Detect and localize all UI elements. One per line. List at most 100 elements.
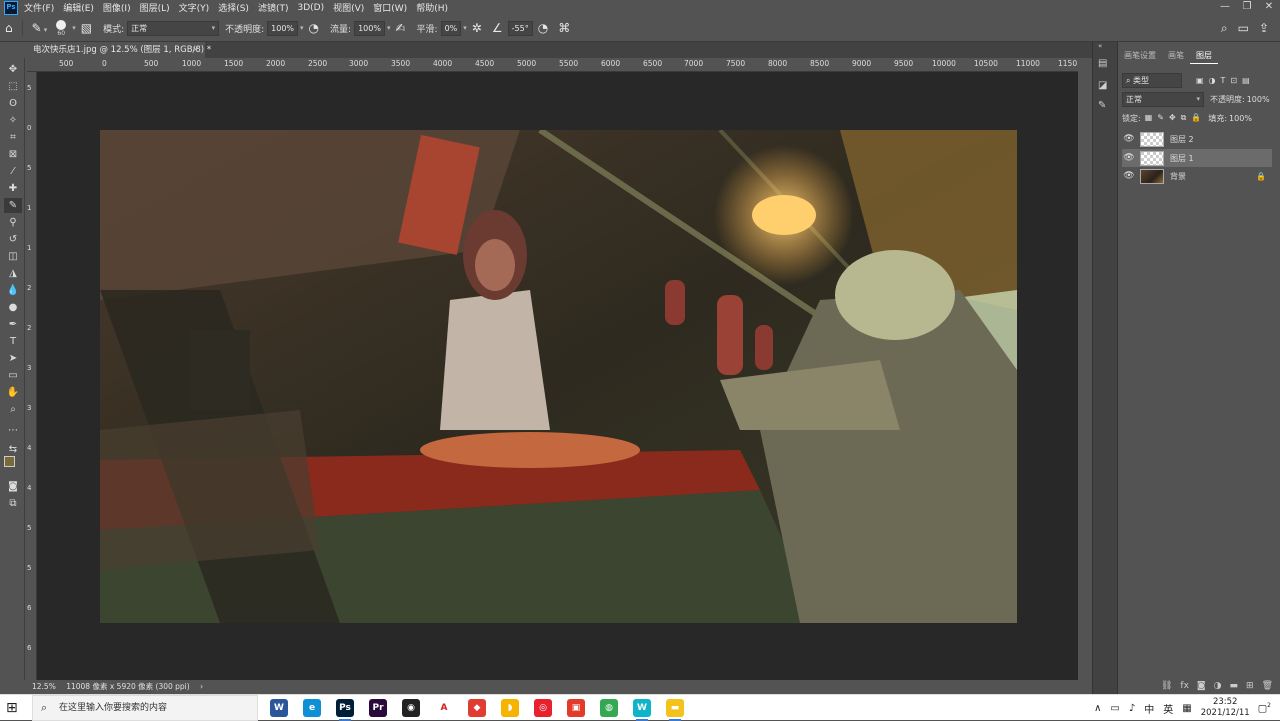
status-menu-arrow[interactable]: › <box>200 682 203 691</box>
obs-icon[interactable]: ◉ <box>402 699 420 717</box>
healing-brush-tool-icon[interactable]: ✚ <box>4 181 22 196</box>
lock-icons[interactable]: ▦✎✥⧉🔒 <box>1145 113 1207 123</box>
share-icon[interactable]: ⇪ <box>1259 21 1269 36</box>
document-tab[interactable]: 电次快乐店1.jpg @ 12.5% (图层 1, RGB/8) * × <box>25 42 211 58</box>
zoom-tool-icon[interactable]: ⌕ <box>4 402 22 417</box>
eye-icon[interactable]: 👁 <box>1122 171 1136 181</box>
add-mask-icon[interactable]: ◙ <box>1197 681 1206 691</box>
vertical-scrollbar[interactable] <box>1078 58 1092 680</box>
word-icon[interactable]: W <box>270 699 288 717</box>
angle-field[interactable]: -55° <box>507 20 533 36</box>
chrome-icon[interactable]: ◍ <box>600 699 618 717</box>
windows-start-icon[interactable]: ⊞ <box>6 700 18 716</box>
clone-stamp-tool-icon[interactable]: ⚲ <box>4 215 22 230</box>
move-tool-icon[interactable]: ✥ <box>4 62 22 77</box>
delete-layer-icon[interactable]: 🗑 <box>1262 681 1273 691</box>
blend-mode-select[interactable]: 正常 ▾ <box>1122 91 1204 107</box>
link-layers-icon[interactable]: ⛓ <box>1161 681 1172 691</box>
workspace-icon[interactable]: ▭ <box>1238 21 1249 36</box>
restore-button[interactable]: ❐ <box>1236 0 1258 14</box>
brush-preset-icon[interactable]: ✎ ▾ <box>32 21 48 35</box>
app-icon[interactable]: ◗ <box>501 699 519 717</box>
menu-view[interactable]: 视图(V) <box>333 1 364 14</box>
close-button[interactable]: ✕ <box>1258 0 1280 14</box>
brush-panel-icon[interactable]: ✎ <box>1098 100 1106 111</box>
screen-mode-icon[interactable]: ⧉ <box>4 496 22 511</box>
layer-row[interactable]: 👁 图层 2 <box>1122 130 1272 148</box>
crop-tool-icon[interactable]: ⌗ <box>4 130 22 145</box>
tab-brushes[interactable]: 画笔 <box>1162 48 1190 64</box>
type-tool-icon[interactable]: T <box>4 334 22 349</box>
artwork-canvas[interactable] <box>100 130 1017 623</box>
acrobat-icon[interactable]: A <box>435 699 453 717</box>
menu-type[interactable]: 文字(Y) <box>179 1 210 14</box>
mode-select[interactable]: 正常 ▾ <box>127 20 220 36</box>
frame-tool-icon[interactable]: ⊠ <box>4 147 22 162</box>
history-panel-icon[interactable]: ▤ <box>1098 58 1107 69</box>
marquee-tool-icon[interactable]: ⬚ <box>4 79 22 94</box>
chevron-down-icon[interactable]: ▾ <box>387 24 391 32</box>
symmetry-icon[interactable]: ⌘ <box>558 21 570 35</box>
search-icon[interactable]: ⌕ <box>1221 21 1228 36</box>
notification-icon[interactable]: ▢2 <box>1258 702 1271 714</box>
tab-brush-settings[interactable]: 画笔设置 <box>1118 48 1162 64</box>
new-layer-icon[interactable]: ⊞ <box>1246 681 1254 691</box>
path-selection-tool-icon[interactable]: ➤ <box>4 351 22 366</box>
menu-3d[interactable]: 3D(D) <box>297 3 324 13</box>
zoom-level[interactable]: 12.5% <box>32 682 56 691</box>
photoshop-icon[interactable]: Ps <box>336 699 354 721</box>
menu-edit[interactable]: 编辑(E) <box>63 1 94 14</box>
filter-type-icons[interactable]: ▣◑T⊡▤ <box>1196 76 1255 85</box>
menu-window[interactable]: 窗口(W) <box>373 1 407 14</box>
pen-tool-icon[interactable]: ✒ <box>4 317 22 332</box>
taskbar-search-box[interactable]: ⌕ 在这里输入你要搜索的内容 <box>32 695 258 721</box>
eye-icon[interactable]: 👁 <box>1122 153 1136 163</box>
airbrush-icon[interactable]: ✍ <box>395 21 405 35</box>
hand-tool-icon[interactable]: ✋ <box>4 385 22 400</box>
chevron-down-icon[interactable]: ▾ <box>72 24 76 32</box>
app-icon[interactable]: ◆ <box>468 699 486 717</box>
minimize-button[interactable]: — <box>1214 0 1236 14</box>
menu-image[interactable]: 图像(I) <box>103 1 131 14</box>
ime-keyboard-icon[interactable]: ▦ <box>1182 703 1191 714</box>
home-icon[interactable]: ⌂ <box>5 21 13 35</box>
eraser-tool-icon[interactable]: ◫ <box>4 249 22 264</box>
lasso-tool-icon[interactable]: ʘ <box>4 96 22 111</box>
blur-tool-icon[interactable]: 💧 <box>4 283 22 298</box>
layer-row[interactable]: 👁 背景 🔒 <box>1122 167 1272 185</box>
smoothing-field[interactable]: 0% <box>440 20 462 36</box>
layer-opacity-value[interactable]: 100% <box>1247 95 1270 104</box>
swap-colors-icon[interactable]: ⇆ <box>4 442 22 457</box>
brush-settings-icon[interactable]: ▧ <box>81 21 92 35</box>
app-icon[interactable]: ▣ <box>567 699 585 717</box>
gear-icon[interactable]: ✲ <box>472 21 482 35</box>
pressure-opacity-icon[interactable]: ◔ <box>309 21 319 35</box>
fill-value[interactable]: 100% <box>1229 114 1252 123</box>
ime-english-icon[interactable]: 英 <box>1163 701 1173 716</box>
fx-icon[interactable]: fx <box>1180 681 1189 691</box>
collapse-panels-icon[interactable]: « <box>1098 42 1102 50</box>
opacity-field[interactable]: 100% <box>267 20 299 36</box>
close-tab-icon[interactable]: × <box>192 42 199 58</box>
flow-field[interactable]: 100% <box>354 20 385 36</box>
adjustment-layer-icon[interactable]: ◑ <box>1214 681 1222 691</box>
clock[interactable]: 23:52 2021/12/11 <box>1201 697 1250 719</box>
eyedropper-tool-icon[interactable]: ⁄ <box>4 164 22 179</box>
tab-layers[interactable]: 图层 <box>1190 48 1218 64</box>
file-explorer-icon[interactable]: ▬ <box>666 699 684 721</box>
network-icon[interactable]: ▭ <box>1110 703 1119 714</box>
paint-bucket-tool-icon[interactable]: ◮ <box>4 266 22 281</box>
magic-wand-tool-icon[interactable]: ✧ <box>4 113 22 128</box>
wps-icon[interactable]: W <box>633 699 651 721</box>
menu-file[interactable]: 文件(F) <box>24 1 54 14</box>
chevron-down-icon[interactable]: ▾ <box>463 24 467 32</box>
netease-music-icon[interactable]: ◎ <box>534 699 552 717</box>
menu-filter[interactable]: 滤镜(T) <box>258 1 289 14</box>
brush-tool-icon[interactable]: ✎ <box>4 198 22 213</box>
brush-size-picker[interactable]: 60 <box>56 19 67 37</box>
dodge-tool-icon[interactable]: ● <box>4 300 22 315</box>
rectangle-tool-icon[interactable]: ▭ <box>4 368 22 383</box>
quick-mask-icon[interactable]: ◙ <box>4 479 22 494</box>
chevron-down-icon[interactable]: ▾ <box>300 24 304 32</box>
menu-select[interactable]: 选择(S) <box>218 1 249 14</box>
